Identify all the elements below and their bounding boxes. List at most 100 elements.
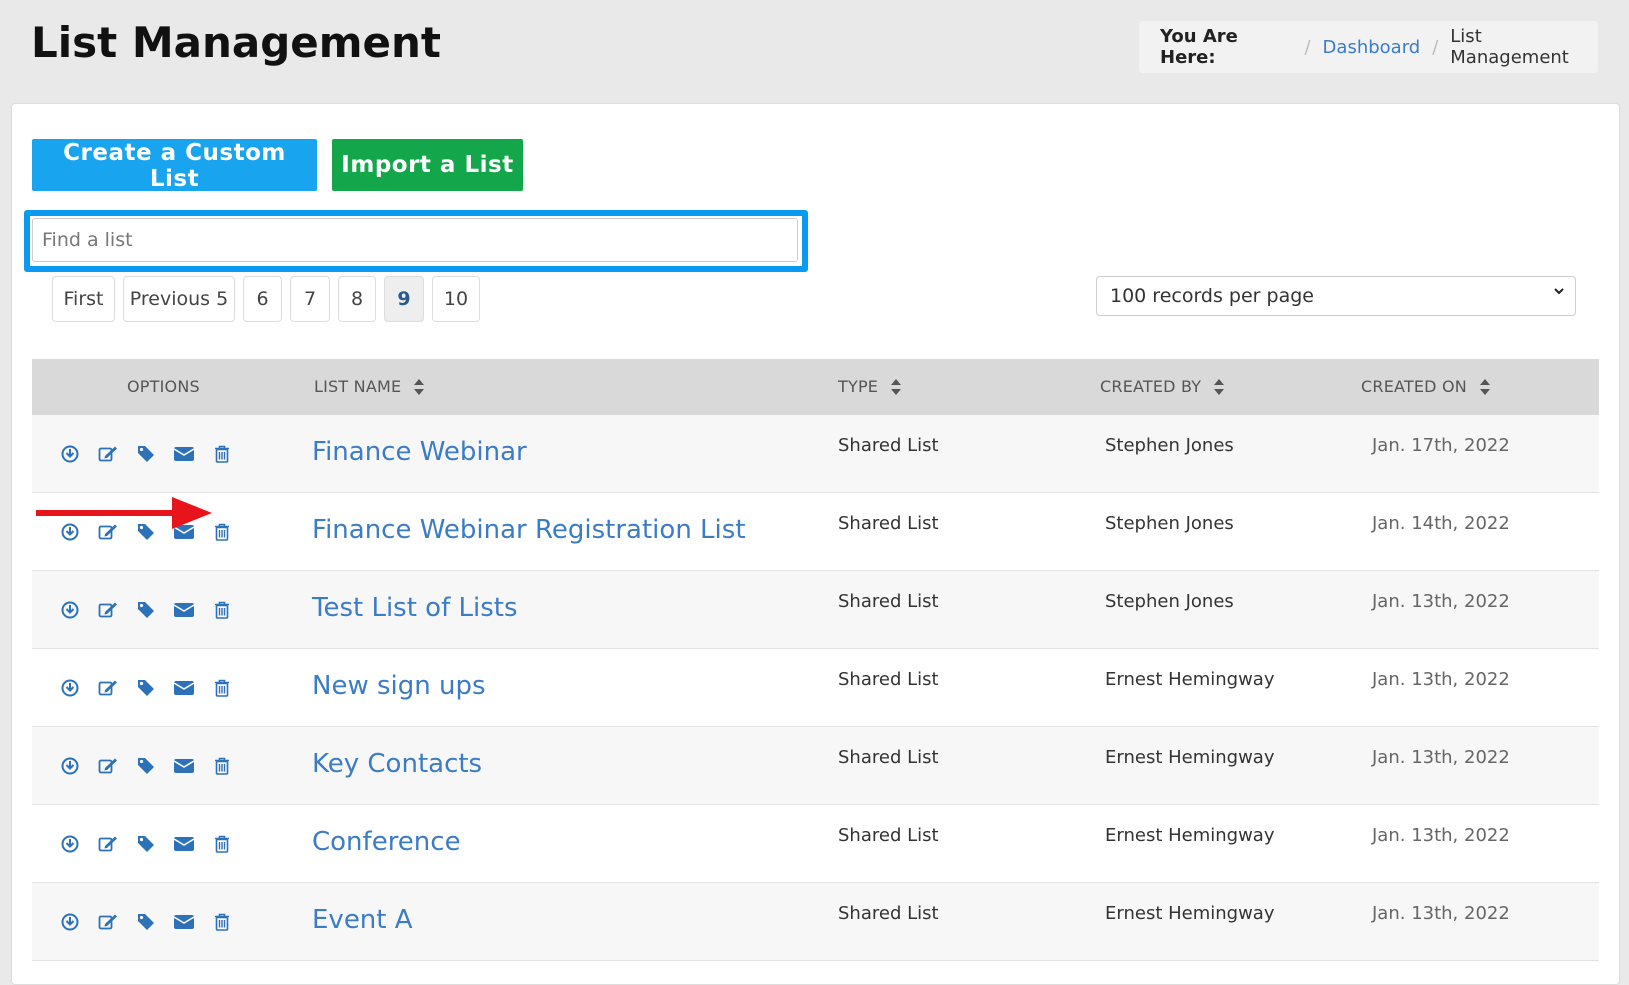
created-by-cell: Ernest Hemingway xyxy=(1105,903,1275,924)
search-input[interactable] xyxy=(32,218,798,262)
page-8-button[interactable]: 8 xyxy=(338,276,376,322)
tag-icon[interactable] xyxy=(136,834,156,854)
download-icon[interactable] xyxy=(60,912,80,932)
created-by-cell: Ernest Hemingway xyxy=(1105,825,1275,846)
trash-icon[interactable] xyxy=(212,600,232,620)
created-on-cell: Jan. 13th, 2022 xyxy=(1372,591,1510,612)
envelope-icon[interactable] xyxy=(174,678,194,698)
table-header: OPTIONS LIST NAME TYPE CREATED BY CREATE… xyxy=(32,359,1599,415)
page-first-button[interactable]: First xyxy=(52,276,115,322)
table-row: Event A Shared List Ernest Hemingway Jan. 1… xyxy=(32,883,1599,961)
trash-icon[interactable] xyxy=(212,756,232,776)
row-options xyxy=(60,600,250,620)
sort-icon xyxy=(891,378,902,395)
page-6-button[interactable]: 6 xyxy=(243,276,282,322)
edit-icon[interactable] xyxy=(98,834,118,854)
sort-icon xyxy=(1214,378,1225,395)
list-type-cell: Shared List xyxy=(838,591,939,612)
edit-icon[interactable] xyxy=(98,756,118,776)
row-options xyxy=(60,678,250,698)
download-icon[interactable] xyxy=(60,444,80,464)
envelope-icon[interactable] xyxy=(174,756,194,776)
list-name-link[interactable]: Finance Webinar Registration List xyxy=(312,515,746,545)
sort-icon xyxy=(1479,378,1490,395)
list-name-link[interactable]: New sign ups xyxy=(312,671,486,701)
column-header-created-by-label: CREATED BY xyxy=(1100,377,1202,396)
created-on-cell: Jan. 14th, 2022 xyxy=(1372,513,1510,534)
trash-icon[interactable] xyxy=(212,834,232,854)
list-name-link[interactable]: Event A xyxy=(312,905,413,935)
trash-icon[interactable] xyxy=(212,444,232,464)
download-icon[interactable] xyxy=(60,678,80,698)
edit-icon[interactable] xyxy=(98,678,118,698)
tag-icon[interactable] xyxy=(136,912,156,932)
column-header-created-on[interactable]: CREATED ON xyxy=(1361,377,1491,396)
table-body: Finance Webinar Shared List Stephen Jones J… xyxy=(32,415,1599,961)
table-row: Finance Webinar Shared List Stephen Jones J… xyxy=(32,415,1599,493)
table-row: Finance Webinar Registration List Shared … xyxy=(32,493,1599,571)
list-name-link[interactable]: Key Contacts xyxy=(312,749,482,779)
list-type-cell: Shared List xyxy=(838,747,939,768)
table-row: New sign ups Shared List Ernest Hemingway J… xyxy=(32,649,1599,727)
trash-icon[interactable] xyxy=(212,912,232,932)
list-type-cell: Shared List xyxy=(838,513,939,534)
tag-icon[interactable] xyxy=(136,756,156,776)
envelope-icon[interactable] xyxy=(174,912,194,932)
envelope-icon[interactable] xyxy=(174,834,194,854)
column-header-list-name[interactable]: LIST NAME xyxy=(314,377,425,396)
breadcrumb-current: List Management xyxy=(1450,26,1569,68)
page-previous-5-button[interactable]: Previous 5 xyxy=(123,276,235,322)
column-header-created-by[interactable]: CREATED BY xyxy=(1100,377,1225,396)
lists-table: OPTIONS LIST NAME TYPE CREATED BY CREATE… xyxy=(32,359,1599,961)
breadcrumb: You Are Here: / Dashboard / List Managem… xyxy=(1139,21,1598,73)
search-highlight-box xyxy=(24,210,808,272)
column-header-options-label: OPTIONS xyxy=(127,377,200,396)
tag-icon[interactable] xyxy=(136,444,156,464)
page-9-button[interactable]: 9 xyxy=(384,276,424,322)
list-name-link[interactable]: Finance Webinar xyxy=(312,437,527,467)
page-title: List Management xyxy=(31,18,442,67)
created-by-cell: Stephen Jones xyxy=(1105,435,1234,456)
row-options xyxy=(60,834,250,854)
envelope-icon[interactable] xyxy=(174,600,194,620)
created-by-cell: Ernest Hemingway xyxy=(1105,669,1275,690)
breadcrumb-separator: / xyxy=(1432,36,1439,58)
created-by-cell: Stephen Jones xyxy=(1105,513,1234,534)
list-name-link[interactable]: Test List of Lists xyxy=(312,593,518,623)
row-options xyxy=(60,912,250,932)
list-name-link[interactable]: Conference xyxy=(312,827,461,857)
column-header-created-on-label: CREATED ON xyxy=(1361,377,1467,396)
records-per-page-select[interactable]: 100 records per page xyxy=(1096,276,1576,316)
created-on-cell: Jan. 17th, 2022 xyxy=(1372,435,1510,456)
created-on-cell: Jan. 13th, 2022 xyxy=(1372,825,1510,846)
edit-icon[interactable] xyxy=(98,444,118,464)
edit-icon[interactable] xyxy=(98,600,118,620)
breadcrumb-separator: / xyxy=(1304,36,1311,58)
page-10-button[interactable]: 10 xyxy=(432,276,480,322)
created-by-cell: Stephen Jones xyxy=(1105,591,1234,612)
breadcrumb-label: You Are Here: xyxy=(1160,26,1238,68)
tag-icon[interactable] xyxy=(136,678,156,698)
row-options xyxy=(60,756,250,776)
breadcrumb-link-dashboard[interactable]: Dashboard xyxy=(1323,37,1421,58)
trash-icon[interactable] xyxy=(212,678,232,698)
envelope-icon[interactable] xyxy=(174,444,194,464)
page-7-button[interactable]: 7 xyxy=(290,276,330,322)
content-panel: Create a Custom List Import a List First… xyxy=(11,103,1620,985)
sort-icon xyxy=(414,378,425,395)
download-icon[interactable] xyxy=(60,600,80,620)
edit-icon[interactable] xyxy=(98,912,118,932)
create-custom-list-button[interactable]: Create a Custom List xyxy=(32,139,317,192)
list-type-cell: Shared List xyxy=(838,825,939,846)
download-icon[interactable] xyxy=(60,834,80,854)
created-on-cell: Jan. 13th, 2022 xyxy=(1372,903,1510,924)
column-header-type[interactable]: TYPE xyxy=(838,377,902,396)
annotation-arrow-icon xyxy=(36,497,212,529)
tag-icon[interactable] xyxy=(136,600,156,620)
table-row: Test List of Lists Shared List Stephen Jon… xyxy=(32,571,1599,649)
created-by-cell: Ernest Hemingway xyxy=(1105,747,1275,768)
download-icon[interactable] xyxy=(60,756,80,776)
import-list-button[interactable]: Import a List xyxy=(332,139,523,191)
column-header-list-name-label: LIST NAME xyxy=(314,377,402,396)
chevron-down-icon xyxy=(1554,288,1564,295)
